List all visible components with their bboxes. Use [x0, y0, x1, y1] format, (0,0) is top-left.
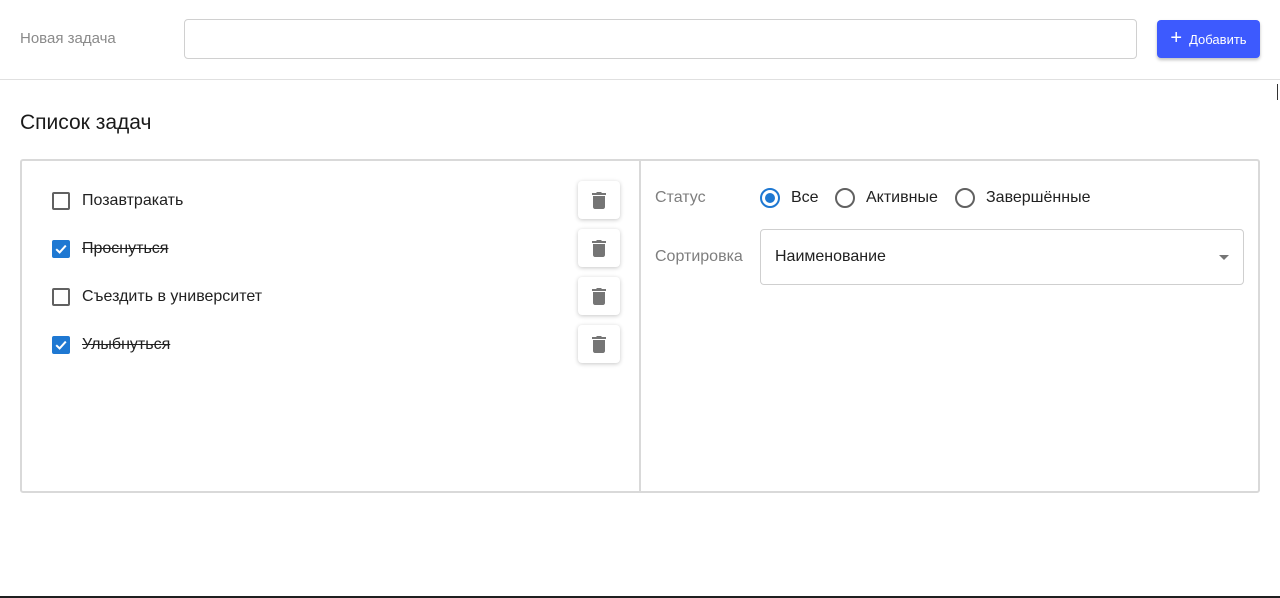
check-icon: [55, 340, 67, 350]
status-option-label: Все: [791, 189, 819, 206]
trash-icon: [592, 288, 606, 305]
delete-task-button[interactable]: [578, 181, 620, 219]
panel-divider: [639, 161, 641, 491]
trash-icon: [592, 240, 606, 257]
delete-task-button[interactable]: [578, 277, 620, 315]
task-checkbox[interactable]: [52, 288, 70, 306]
sort-select[interactable]: Наименование: [760, 229, 1244, 285]
delete-task-button[interactable]: [578, 325, 620, 363]
status-radio-completed[interactable]: Завершённые: [955, 187, 1090, 209]
check-icon: [55, 244, 67, 254]
sort-selected-value: Наименование: [775, 248, 886, 265]
task-item: Позавтракать: [52, 181, 622, 221]
status-radio-active[interactable]: Активные: [835, 187, 938, 209]
task-panel: Позавтракать Проснуться Съездить в униве…: [20, 159, 1260, 493]
add-task-button[interactable]: + Добавить: [1157, 20, 1260, 58]
task-label: Улыбнуться: [82, 336, 171, 353]
add-button-label: Добавить: [1189, 31, 1247, 47]
app-page: Новая задача + Добавить Список задач Поз…: [0, 0, 1280, 598]
task-checkbox-checked[interactable]: [52, 336, 70, 354]
task-input-bar: Новая задача + Добавить: [0, 0, 1280, 80]
sort-label: Сортировка: [655, 248, 743, 265]
new-task-input[interactable]: [184, 19, 1137, 59]
status-option-label: Завершённые: [986, 189, 1091, 206]
new-task-label: Новая задача: [20, 30, 116, 47]
task-label: Съездить в университет: [82, 288, 263, 305]
radio-icon[interactable]: [955, 188, 975, 208]
task-checkbox[interactable]: [52, 192, 70, 210]
status-radio-all[interactable]: Все: [760, 187, 819, 209]
status-option-label: Активные: [866, 189, 938, 206]
task-label: Позавтракать: [82, 192, 184, 209]
plus-icon: +: [1170, 27, 1183, 49]
radio-selected-icon[interactable]: [760, 188, 780, 208]
arrow-drop-down-icon: [1219, 255, 1229, 260]
task-item: Улыбнуться: [52, 325, 622, 365]
radio-icon[interactable]: [835, 188, 855, 208]
trash-icon: [592, 192, 606, 209]
delete-task-button[interactable]: [578, 229, 620, 267]
text-cursor-mark: [1277, 84, 1278, 100]
trash-icon: [592, 336, 606, 353]
task-item: Проснуться: [52, 229, 622, 269]
page-title: Список задач: [20, 111, 152, 134]
status-label: Статус: [655, 189, 706, 206]
task-label: Проснуться: [82, 240, 169, 257]
task-item: Съездить в университет: [52, 277, 622, 317]
task-checkbox-checked[interactable]: [52, 240, 70, 258]
